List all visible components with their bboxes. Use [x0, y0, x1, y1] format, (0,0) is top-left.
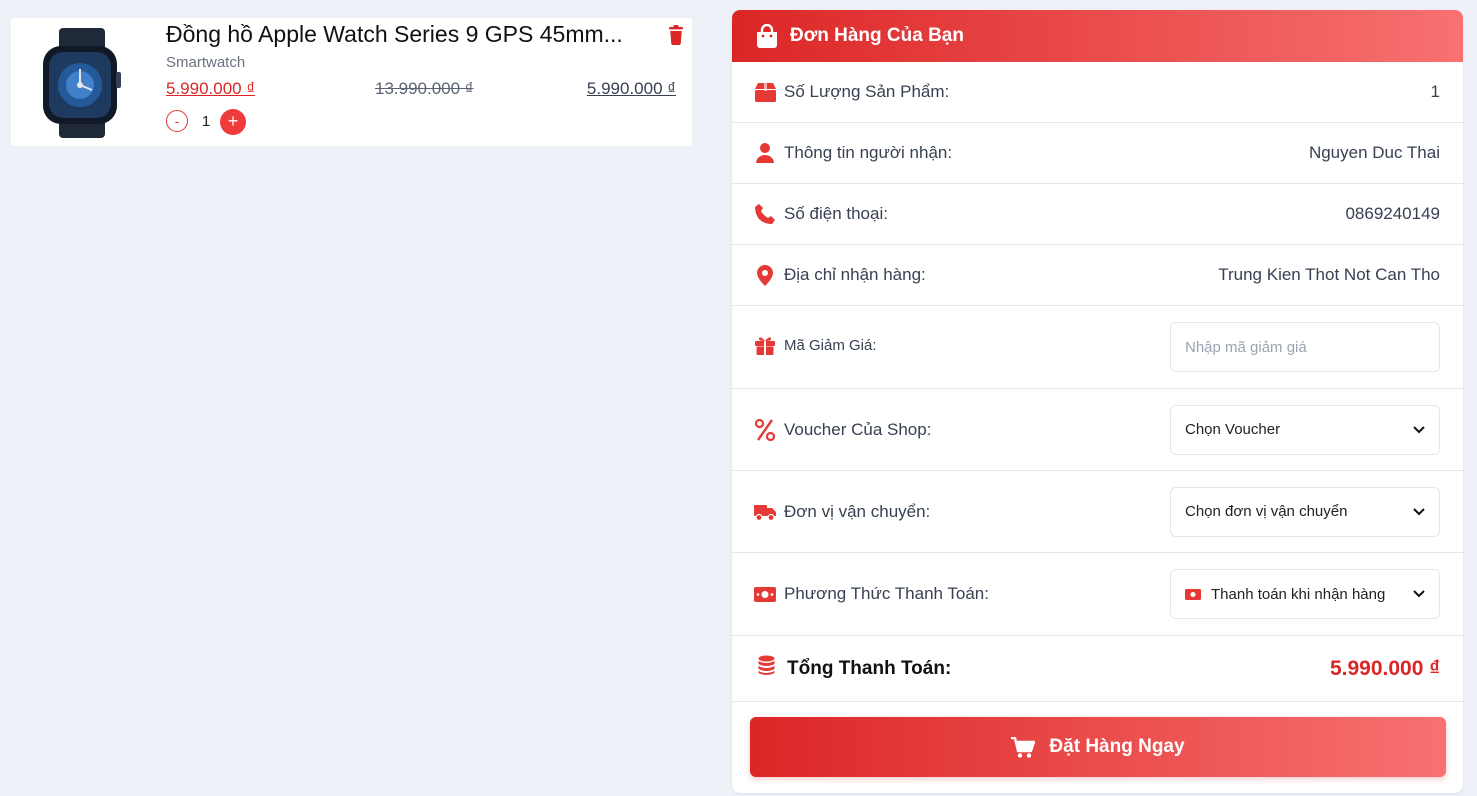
- truck-icon: [754, 501, 776, 523]
- percent-icon: [754, 418, 776, 441]
- phone-row: Số điện thoại: 0869240149: [732, 184, 1463, 245]
- discount-row: Mã Giảm Giá: Nhập mã giảm giá: [732, 306, 1463, 389]
- user-icon: [754, 142, 776, 164]
- phone-label: Số điện thoại:: [784, 204, 888, 223]
- line-total: 5.990.000 ₫: [586, 79, 676, 98]
- address-label: Địa chỉ nhận hàng:: [784, 265, 926, 284]
- quantity-row: Số Lượng Sản Phẩm: 1: [732, 62, 1463, 123]
- gift-icon: [754, 334, 776, 356]
- money-icon: [754, 583, 776, 605]
- quantity-decrease-button[interactable]: -: [166, 110, 188, 132]
- place-order-button[interactable]: Đặt Hàng Ngay: [750, 717, 1446, 777]
- quantity-value: 1: [201, 113, 211, 130]
- voucher-select[interactable]: Chọn Voucher: [1170, 404, 1440, 455]
- sale-price: 5.990.000 ₫: [166, 79, 256, 98]
- watch-image: [43, 28, 121, 138]
- phone-value: 0869240149: [1345, 204, 1440, 223]
- payment-label: Phương Thức Thanh Toán:: [784, 584, 989, 603]
- order-summary-panel: Đơn Hàng Của Bạn Số Lượng Sản Phẩm: 1 Th…: [732, 10, 1463, 793]
- voucher-label: Voucher Của Shop:: [784, 419, 932, 439]
- payment-select[interactable]: Thanh toán khi nhận hàng: [1170, 569, 1440, 619]
- quantity-label: Số Lượng Sản Phẩm:: [784, 82, 950, 101]
- shipping-select[interactable]: Chọn đơn vị vận chuyển: [1170, 486, 1440, 537]
- money-icon: [1185, 588, 1201, 600]
- chevron-down-icon: [1413, 507, 1425, 515]
- chevron-down-icon: [1413, 590, 1425, 598]
- address-value: Trung Kien Thot Not Can Tho: [1218, 265, 1440, 284]
- total-value: 5.990.000 ₫: [1329, 656, 1440, 680]
- recipient-label: Thông tin người nhận:: [784, 143, 953, 162]
- address-row: Địa chỉ nhận hàng: Trung Kien Thot Not C…: [732, 245, 1463, 306]
- place-order-label: Đặt Hàng Ngay: [1049, 736, 1185, 757]
- shipping-row: Đơn vị vận chuyển: Chọn đơn vị vận chuyể…: [732, 471, 1463, 553]
- map-pin-icon: [754, 264, 776, 286]
- recipient-row: Thông tin người nhận: Nguyen Duc Thai: [732, 123, 1463, 184]
- payment-row: Phương Thức Thanh Toán: Thanh toán khi n…: [732, 553, 1463, 636]
- quantity-increase-button[interactable]: +: [220, 109, 246, 135]
- product-name[interactable]: Đồng hồ Apple Watch Series 9 GPS 45mm...: [166, 21, 623, 48]
- voucher-row: Voucher Của Shop: Chọn Voucher: [732, 389, 1463, 471]
- original-price: 13.990.000 ₫: [375, 79, 474, 98]
- total-label: Tổng Thanh Toán:: [787, 657, 952, 679]
- order-header: Đơn Hàng Của Bạn: [732, 10, 1463, 62]
- discount-code-input[interactable]: Nhập mã giảm giá: [1170, 322, 1440, 372]
- trash-icon[interactable]: [667, 25, 685, 45]
- shopping-bag-icon: [757, 24, 777, 48]
- quantity-value: 1: [1430, 82, 1440, 101]
- recipient-value: Nguyen Duc Thai: [1308, 143, 1440, 162]
- order-title: Đơn Hàng Của Bạn: [790, 25, 964, 46]
- cart-item: Đồng hồ Apple Watch Series 9 GPS 45mm...…: [11, 18, 692, 146]
- total-row: Tổng Thanh Toán: 5.990.000 ₫: [732, 636, 1463, 702]
- coins-icon: [758, 655, 775, 682]
- product-category: Smartwatch: [166, 54, 246, 71]
- cart-icon: [1011, 736, 1036, 758]
- box-icon: [754, 81, 776, 103]
- discount-label: Mã Giảm Giá:: [784, 336, 877, 354]
- phone-icon: [754, 203, 776, 225]
- chevron-down-icon: [1413, 425, 1425, 433]
- shipping-label: Đơn vị vận chuyển:: [784, 501, 931, 521]
